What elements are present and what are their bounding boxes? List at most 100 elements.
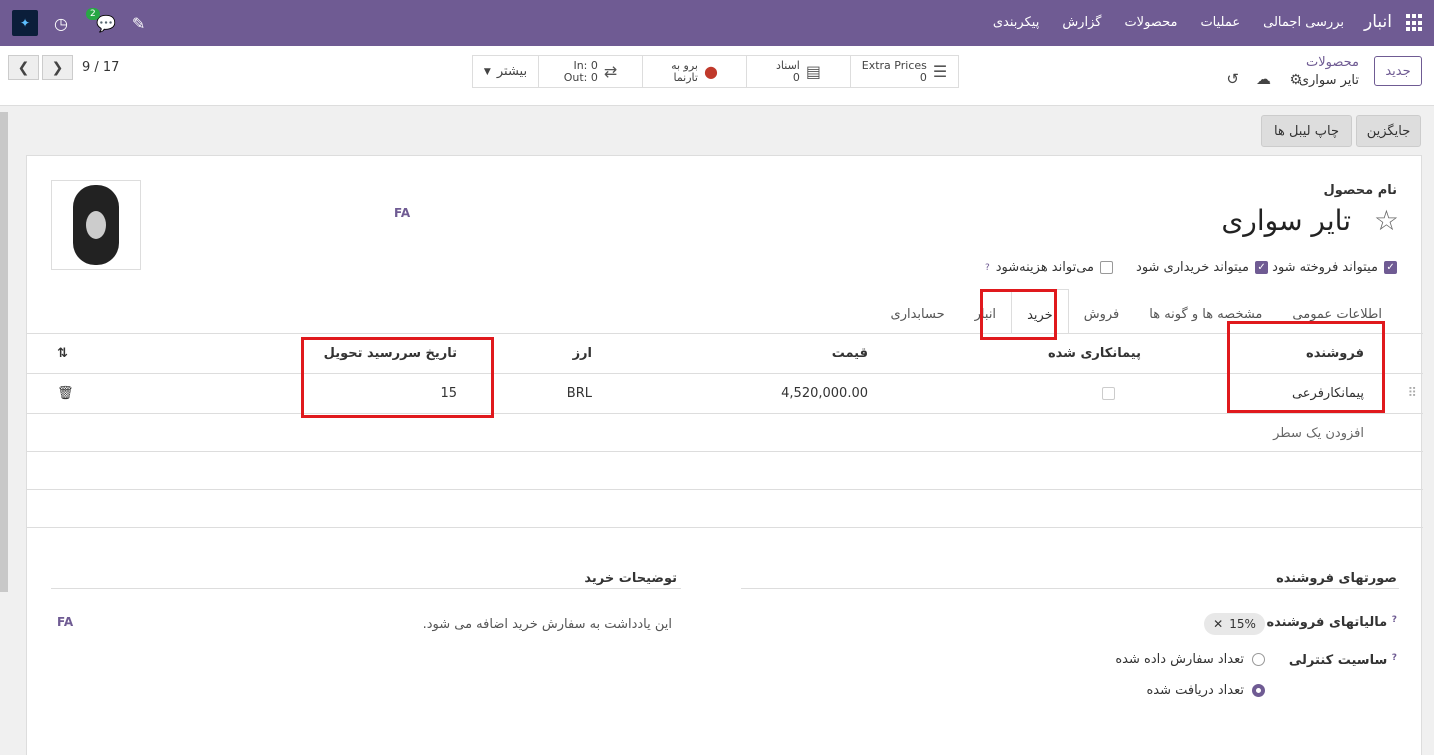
header-subcontracted[interactable]: پیمانکاری شده (1048, 346, 1141, 361)
highlight-lead-time (301, 337, 494, 418)
checkbox-unchecked-icon[interactable] (1102, 387, 1115, 400)
form-sheet: FA نام محصول تایر سواری ☆ ✓ میتواند فروخ… (26, 155, 1423, 755)
main-menu: بررسی اجمالی عملیات محصولات گزارش پیکربن… (993, 15, 1344, 30)
help-icon[interactable]: ? (985, 263, 990, 273)
vendor-bills-title: صورتهای فروشنده (1276, 571, 1397, 586)
table-row[interactable]: ⠿ پیمانکارفرعی 4,520,000.00 BRL 15 🗑 (27, 373, 1423, 412)
product-name[interactable]: تایر سواری (1221, 204, 1351, 237)
replenish-button[interactable]: جایگزین (1356, 115, 1421, 147)
top-navbar: انبار بررسی اجمالی عملیات محصولات گزارش … (0, 0, 1434, 46)
header-currency[interactable]: ارز (573, 346, 592, 361)
print-labels-button[interactable]: چاپ لیبل ها (1261, 115, 1352, 147)
help-icon[interactable]: ? (1392, 653, 1397, 663)
menu-configuration[interactable]: پیکربندی (993, 15, 1039, 30)
menu-products[interactable]: محصولات (1124, 15, 1177, 30)
cell-price[interactable]: 4,520,000.00 (781, 386, 868, 401)
checkbox-checked-icon[interactable]: ✓ (1255, 261, 1268, 274)
apps-menu-icon[interactable] (1404, 14, 1422, 32)
chat-badge: 2 (85, 7, 100, 20)
radio-selected-icon[interactable] (1252, 684, 1265, 697)
header-price[interactable]: قیمت (832, 346, 868, 361)
optional-columns-icon[interactable]: ⇅ (57, 346, 68, 361)
vendor-taxes-text: مالیاتهای فروشنده (1266, 615, 1388, 630)
tax-tag[interactable]: ✕ 15% (1204, 613, 1265, 635)
checkbox-can-be-expensed[interactable]: می‌تواند هزینه‌شود ? (985, 260, 1113, 275)
extra-prices-count: 0 (919, 70, 927, 84)
go-to-website-button[interactable]: برو به تارنما ● (643, 56, 747, 87)
tab-accounting[interactable]: حسابداری (876, 289, 960, 334)
drag-handle-icon[interactable]: ⠿ (1407, 386, 1417, 401)
transfer-arrows-icon: ⇄ (603, 62, 618, 81)
website-label: برو به (671, 58, 698, 72)
purchase-note[interactable]: این یادداشت به سفارش خرید اضافه می شود. (423, 617, 672, 632)
list-icon: ☰ (932, 62, 948, 81)
highlight-vendor (1227, 321, 1385, 413)
extra-prices-button[interactable]: Extra Prices 0 ☰ (851, 56, 958, 87)
systray: ✦ ◷ 💬 2 ✎ (12, 7, 145, 36)
tab-sales[interactable]: فروش (1069, 289, 1135, 334)
save-cloud-icon[interactable]: ☁ (1256, 70, 1271, 88)
control-panel: جدید محصولات تایر سواری ⚙ ☁ ↺ ▼ بیشتر In… (0, 46, 1434, 106)
language-badge[interactable]: FA (394, 206, 410, 220)
in-out-button[interactable]: In: 0 Out: 0 ⇄ (539, 56, 643, 87)
breadcrumb-parent[interactable]: محصولات (1306, 55, 1359, 70)
control-policy-text: ساسیت کنترلی (1288, 653, 1388, 668)
discard-icon[interactable]: ↺ (1226, 70, 1239, 88)
smart-buttons: ▼ بیشتر In: 0 Out: 0 ⇄ برو به تارنما ● ا… (472, 55, 959, 88)
checkbox-can-be-purchased[interactable]: ✓ میتواند خریداری شود (1136, 260, 1268, 275)
chat-icon[interactable]: 💬 2 (85, 7, 116, 33)
menu-operations[interactable]: عملیات (1200, 15, 1240, 30)
app-title[interactable]: انبار (1364, 12, 1392, 32)
trash-icon[interactable]: 🗑 (57, 386, 74, 401)
radio-received-qty[interactable]: تعداد دریافت شده (1146, 683, 1265, 698)
purchase-description-title: توضیحات خرید (584, 571, 677, 586)
more-button[interactable]: ▼ بیشتر (473, 56, 539, 87)
radio-unselected-icon[interactable] (1252, 653, 1265, 666)
clock-icon[interactable]: ◷ (54, 14, 68, 33)
menu-overview[interactable]: بررسی اجمالی (1263, 15, 1344, 30)
can-be-sold-label: میتواند فروخته شود (1272, 260, 1378, 275)
add-line-link[interactable]: افزودن یک سطر (1273, 426, 1364, 441)
table-header-row: فروشنده پیمانکاری شده قیمت ارز تاریخ سرر… (27, 333, 1423, 372)
extra-prices-label: Extra Prices (861, 58, 927, 72)
star-icon[interactable]: ☆ (1374, 204, 1399, 237)
control-policy-label: ساسیت کنترلی ? (1289, 653, 1397, 668)
gear-icon[interactable]: ⚙ (1289, 72, 1302, 88)
pager-previous-button[interactable]: ❮ (8, 55, 39, 80)
checkbox-checked-icon[interactable]: ✓ (1384, 261, 1397, 274)
website-label-2: تارنما (673, 70, 698, 84)
avatar[interactable]: ✦ (12, 10, 38, 36)
checkbox-unchecked-icon[interactable] (1100, 261, 1113, 274)
checkbox-can-be-sold[interactable]: ✓ میتواند فروخته شود (1272, 260, 1397, 275)
radio-ordered-qty[interactable]: تعداد سفارش داده شده (1115, 652, 1265, 667)
close-icon[interactable]: ✕ (1213, 617, 1223, 631)
scrollbar[interactable] (0, 112, 8, 592)
help-icon[interactable]: ? (1392, 615, 1397, 625)
product-image[interactable] (51, 180, 141, 270)
document-icon: ▤ (805, 62, 821, 81)
new-button[interactable]: جدید (1374, 56, 1422, 86)
can-be-purchased-label: میتواند خریداری شود (1136, 260, 1249, 275)
tire-image (73, 185, 119, 265)
cell-subcontracted[interactable] (1102, 387, 1115, 404)
menu-reporting[interactable]: گزارش (1062, 15, 1101, 30)
documents-button[interactable]: اسناد 0 ▤ (747, 56, 851, 87)
pager-value[interactable]: 9 / 17 (82, 60, 119, 75)
more-label: بیشتر (496, 64, 528, 79)
tax-tag-value: 15% (1229, 617, 1256, 631)
received-qty-label: تعداد دریافت شده (1146, 683, 1244, 698)
empty-row (27, 451, 1423, 490)
add-line-row: افزودن یک سطر (27, 413, 1423, 452)
empty-row (27, 489, 1423, 528)
empty-row (27, 527, 1423, 566)
cell-currency[interactable]: BRL (567, 386, 592, 401)
edit-icon[interactable]: ✎ (132, 14, 145, 33)
documents-count: 0 (792, 70, 800, 84)
breadcrumb-current: تایر سواری (1298, 73, 1359, 88)
caret-down-icon: ▼ (483, 66, 491, 77)
pager-next-button[interactable]: ❯ (42, 55, 73, 80)
divider (741, 588, 1399, 589)
note-language-badge[interactable]: FA (57, 615, 73, 629)
pager: ❮ ❯ 9 / 17 (8, 55, 119, 80)
product-name-label: نام محصول (1323, 183, 1397, 198)
